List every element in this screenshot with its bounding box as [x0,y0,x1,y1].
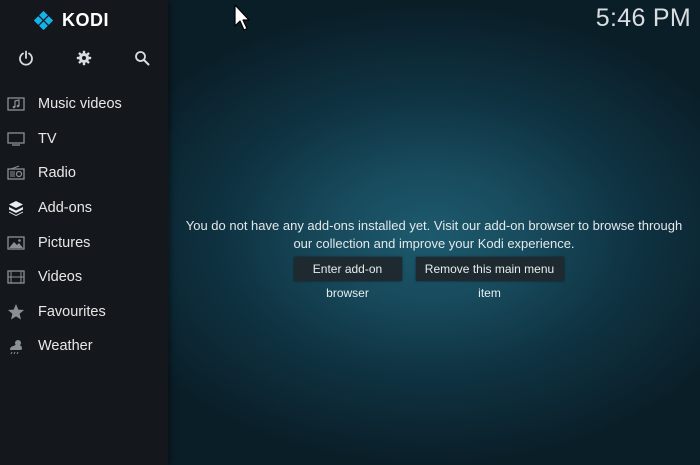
menu-label: Radio [38,165,76,182]
action-buttons: Enter add-on browser Remove this main me… [168,257,700,300]
power-icon[interactable] [15,47,37,69]
sidebar: KODI Music videos TV Radio Add-ons Pictu… [0,0,168,465]
star-icon [6,302,26,322]
message-line: our collection and improve your Kodi exp… [293,235,575,251]
enter-addon-browser-button[interactable]: Enter add-on browser [293,257,402,300]
menu-label: Videos [38,269,83,286]
menu-label: TV [38,130,57,147]
mouse-cursor-icon [234,4,250,31]
menu-item-addons[interactable]: Add-ons [0,191,168,226]
menu-item-tv[interactable]: TV [0,122,168,157]
app-name: KODI [62,9,109,30]
menu-item-weather[interactable]: Weather [0,329,168,364]
film-icon [6,267,26,287]
message-line: You do not have any add-ons installed ye… [185,218,683,233]
menu-item-videos[interactable]: Videos [0,260,168,295]
pictures-icon [6,233,26,253]
top-icon-bar [0,47,168,71]
menu-item-radio[interactable]: Radio [0,156,168,191]
menu-label: Weather [38,338,93,355]
menu-item-favourites[interactable]: Favourites [0,295,168,330]
menu-label: Pictures [38,234,91,251]
addons-box-icon [6,198,26,218]
gear-icon[interactable] [73,47,95,69]
menu-label: Music videos [38,96,122,113]
kodi-logo[interactable]: KODI [33,9,109,31]
radio-icon [6,163,26,183]
tv-icon [6,129,26,149]
remove-menu-item-button[interactable]: Remove this main menu item [415,257,564,300]
clock: 5:46 PM [595,4,691,32]
menu-item-music-videos[interactable]: Music videos [0,87,168,122]
menu-label: Favourites [38,303,106,320]
menu-label: Add-ons [38,200,93,217]
menu-item-pictures[interactable]: Pictures [0,225,168,260]
search-icon[interactable] [131,47,153,69]
weather-icon [6,336,26,356]
main-menu: Music videos TV Radio Add-ons Pictures V… [0,87,168,364]
kodi-logo-icon [33,10,54,30]
music-video-icon [6,94,26,114]
empty-addons-message: You do not have any add-ons installed ye… [168,217,700,252]
